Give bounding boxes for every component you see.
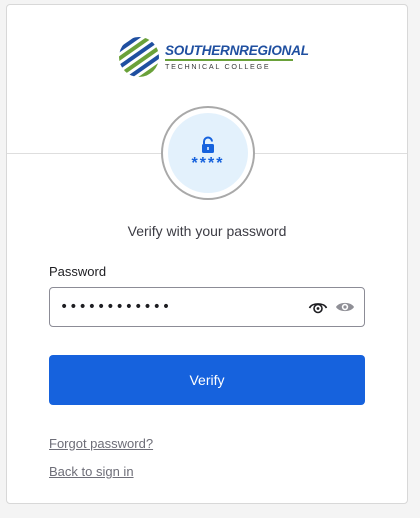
logo-name-part1: SOUTHERN: [165, 42, 240, 58]
logo-subtitle: TECHNICAL COLLEGE: [165, 62, 271, 72]
logo-name-part2: REGIONAL: [239, 42, 309, 58]
sign-in-card: SOUTHERNREGIONAL TECHNICAL COLLEGE **** …: [6, 4, 408, 504]
unlock-icon: [202, 136, 214, 153]
masked-password-glyph: ****: [191, 154, 225, 172]
back-to-sign-in-link[interactable]: Back to sign in: [49, 464, 134, 479]
verify-button[interactable]: Verify: [49, 355, 365, 405]
forgot-password-link[interactable]: Forgot password?: [49, 436, 153, 451]
password-manager-eye-icon[interactable]: [335, 299, 355, 315]
show-password-eye-icon[interactable]: [308, 298, 328, 316]
factor-badge-inner: ****: [168, 113, 248, 193]
password-factor-badge: ****: [161, 106, 255, 200]
logo-rule: [165, 59, 293, 62]
password-field[interactable]: [49, 287, 365, 327]
logo-globe-icon: [119, 37, 159, 77]
password-input[interactable]: [50, 288, 300, 326]
page-title: Verify with your password: [127, 223, 287, 239]
logo-name: SOUTHERNREGIONAL: [165, 42, 309, 58]
college-logo: SOUTHERNREGIONAL TECHNICAL COLLEGE: [117, 33, 309, 81]
logo-wordmark: SOUTHERNREGIONAL TECHNICAL COLLEGE: [165, 42, 309, 72]
password-label: Password: [49, 264, 107, 279]
